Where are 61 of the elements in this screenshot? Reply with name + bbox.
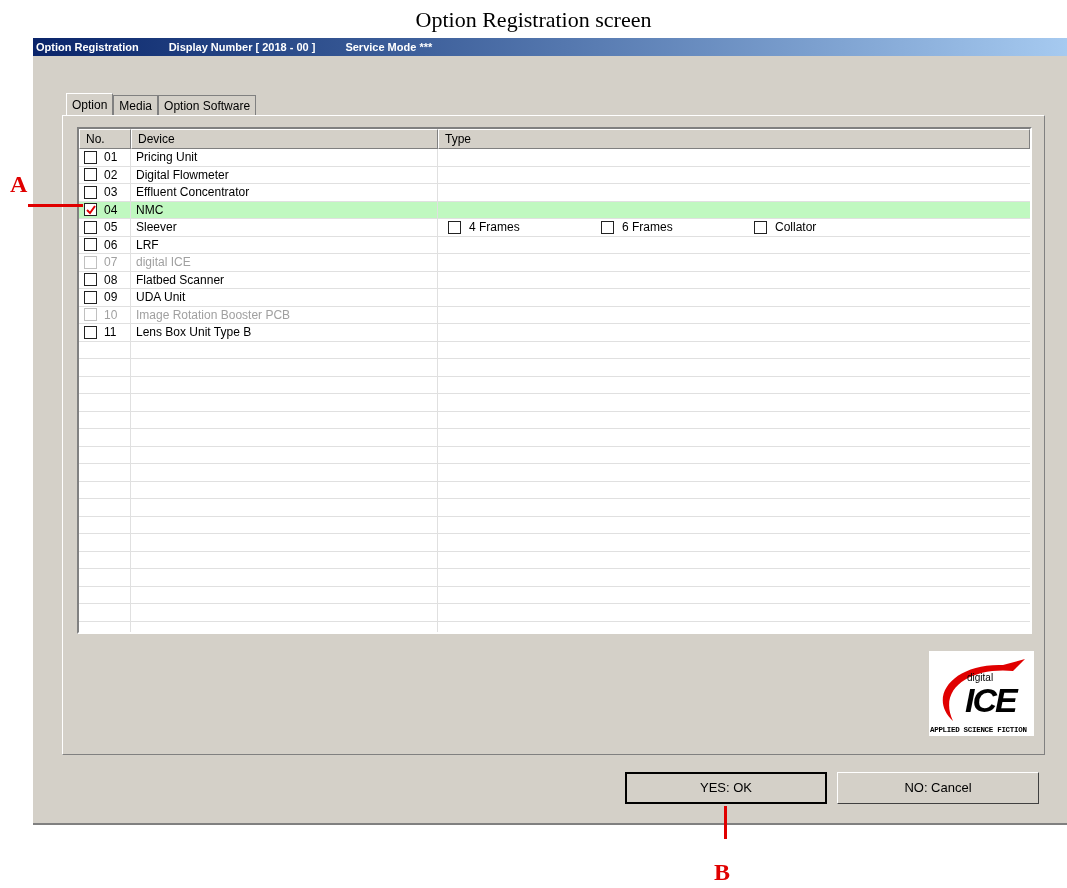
table-row[interactable]: 11 Lens Box Unit Type B	[79, 324, 1030, 342]
service-mode: Service Mode ***	[345, 39, 433, 55]
display-number: Display Number [ 2018 - 00 ]	[168, 39, 316, 55]
row-number: 02	[104, 166, 118, 184]
tab[interactable]: Media	[113, 95, 159, 115]
table-row[interactable]: 01 Pricing Unit	[79, 149, 1030, 167]
logo-text: ICE	[965, 683, 1016, 717]
window-title: Option Registration	[36, 39, 139, 55]
tab[interactable]: Option	[66, 93, 114, 115]
dialog-button[interactable]: NO: Cancel	[837, 772, 1039, 804]
checkbox[interactable]	[84, 220, 97, 234]
type-checkbox[interactable]	[448, 220, 461, 234]
checkmark-icon	[85, 204, 96, 215]
row-number: 05	[104, 219, 118, 237]
type-checkbox[interactable]	[601, 220, 614, 234]
checkbox[interactable]	[84, 185, 97, 199]
table-row[interactable]: 03 Effluent Concentrator	[79, 184, 1030, 202]
column-header: Device	[131, 129, 438, 149]
device-name: Pricing Unit	[136, 149, 198, 167]
row-number: 07	[104, 254, 118, 272]
annotation-label: B	[714, 858, 730, 886]
row-number: 10	[104, 306, 118, 324]
device-name: LRF	[136, 236, 159, 254]
device-name: Lens Box Unit Type B	[136, 324, 252, 342]
checkbox[interactable]	[84, 168, 97, 182]
row-number: 09	[104, 289, 118, 307]
type-option: 4 Frames	[469, 218, 520, 237]
checkbox[interactable]	[84, 238, 97, 252]
device-name: Flatbed Scanner	[136, 271, 225, 289]
tab[interactable]: Option Software	[158, 95, 257, 115]
row-number: 01	[104, 149, 118, 167]
row-number: 08	[104, 271, 118, 289]
column-header: No.	[79, 129, 131, 149]
logo-small-text: digital	[967, 673, 994, 683]
checkbox[interactable]	[84, 325, 97, 339]
device-name: Image Rotation Booster PCB	[136, 306, 291, 324]
device-name: Sleever	[136, 219, 177, 237]
column-header: Type	[438, 129, 1030, 149]
type-option: Collator	[775, 218, 817, 237]
row-number: 04	[104, 201, 118, 219]
row-number: 06	[104, 236, 118, 254]
table-row[interactable]: 09 UDA Unit	[79, 289, 1030, 307]
leader-line	[28, 204, 83, 207]
device-name: UDA Unit	[136, 289, 186, 307]
checkbox[interactable]	[84, 150, 97, 164]
row-number: 11	[104, 324, 117, 342]
row-number: 03	[104, 184, 118, 202]
device-name: NMC	[136, 201, 164, 219]
device-name: Effluent Concentrator	[136, 184, 250, 202]
checkbox[interactable]	[84, 203, 97, 217]
dialog-button[interactable]: YES: OK	[625, 772, 827, 804]
checkbox[interactable]	[84, 290, 97, 304]
annotation-label: A	[10, 170, 28, 199]
table-row[interactable]: 05 Sleever 4 Frames 6 Frames Collator	[79, 219, 1030, 237]
leader-line	[724, 806, 727, 839]
type-checkbox[interactable]	[754, 220, 767, 234]
type-option: 6 Frames	[622, 218, 673, 237]
caption: Option Registration screen	[414, 6, 653, 34]
checkbox[interactable]	[84, 273, 97, 287]
device-name: Digital Flowmeter	[136, 166, 229, 184]
device-name: digital ICE	[136, 254, 191, 272]
